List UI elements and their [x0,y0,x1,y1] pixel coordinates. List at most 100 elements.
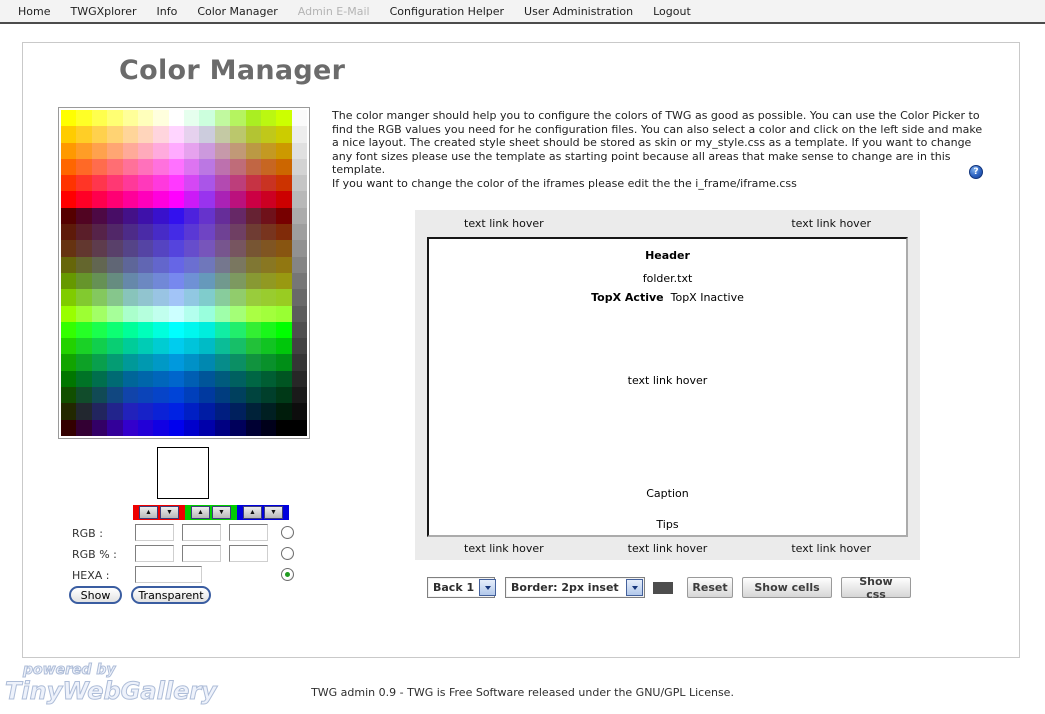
palette-cell[interactable] [215,257,230,273]
palette-cell[interactable] [92,143,107,159]
nav-item-twgxplorer[interactable]: TWGXplorer [60,5,146,18]
palette-cell[interactable] [153,289,168,305]
palette-cell[interactable] [107,159,122,175]
rgb-percent-r-input[interactable] [135,545,174,562]
palette-cell[interactable] [76,159,91,175]
palette-cell[interactable] [123,322,138,338]
preview-link-sample[interactable]: text link hover [429,374,906,387]
palette-cell[interactable] [153,175,168,191]
palette-cell[interactable] [261,273,276,289]
palette-cell[interactable] [246,110,261,126]
palette-cell[interactable] [215,338,230,354]
palette-cell[interactable] [276,208,291,224]
palette-grayscale-cell[interactable] [292,322,307,338]
palette-cell[interactable] [230,306,245,322]
palette-cell[interactable] [153,110,168,126]
palette-cell[interactable] [199,371,214,387]
palette-grayscale-cell[interactable] [292,240,307,256]
palette-cell[interactable] [230,143,245,159]
palette-grayscale-cell[interactable] [292,175,307,191]
palette-cell[interactable] [199,403,214,419]
palette-grayscale-cell[interactable] [292,110,307,126]
palette-cell[interactable] [169,208,184,224]
chevron-down-icon[interactable] [479,579,496,596]
palette-cell[interactable] [261,289,276,305]
palette-cell[interactable] [246,208,261,224]
palette-cell[interactable] [61,224,76,240]
palette-cell[interactable] [184,273,199,289]
palette-cell[interactable] [246,143,261,159]
palette-cell[interactable] [76,387,91,403]
palette-cell[interactable] [107,322,122,338]
palette-cell[interactable] [199,257,214,273]
palette-cell[interactable] [107,289,122,305]
palette-cell[interactable] [276,224,291,240]
palette-cell[interactable] [123,224,138,240]
show-cells-button[interactable]: Show cells [742,577,832,598]
palette-grayscale-cell[interactable] [292,420,307,436]
palette-cell[interactable] [246,126,261,142]
palette-cell[interactable] [76,338,91,354]
palette-cell[interactable] [138,273,153,289]
palette-cell[interactable] [76,175,91,191]
palette-cell[interactable] [107,371,122,387]
palette-cell[interactable] [123,257,138,273]
palette-cell[interactable] [138,338,153,354]
palette-cell[interactable] [76,420,91,436]
palette-cell[interactable] [123,354,138,370]
palette-cell[interactable] [61,175,76,191]
palette-cell[interactable] [76,191,91,207]
palette-cell[interactable] [184,322,199,338]
palette-cell[interactable] [107,175,122,191]
palette-cell[interactable] [199,322,214,338]
palette-cell[interactable] [138,354,153,370]
palette-cell[interactable] [261,191,276,207]
palette-cell[interactable] [276,110,291,126]
palette-cell[interactable] [215,175,230,191]
palette-cell[interactable] [123,159,138,175]
palette-cell[interactable] [61,159,76,175]
palette-cell[interactable] [61,289,76,305]
palette-cell[interactable] [199,143,214,159]
palette-cell[interactable] [230,191,245,207]
palette-cell[interactable] [199,224,214,240]
palette-cell[interactable] [107,257,122,273]
palette-cell[interactable] [61,306,76,322]
palette-cell[interactable] [230,371,245,387]
palette-cell[interactable] [276,354,291,370]
palette-cell[interactable] [61,208,76,224]
palette-cell[interactable] [230,224,245,240]
palette-cell[interactable] [276,143,291,159]
palette-cell[interactable] [153,191,168,207]
palette-cell[interactable] [153,420,168,436]
palette-grayscale-cell[interactable] [292,224,307,240]
palette-cell[interactable] [76,110,91,126]
palette-cell[interactable] [276,371,291,387]
palette-cell[interactable] [169,322,184,338]
palette-cell[interactable] [184,387,199,403]
palette-cell[interactable] [107,273,122,289]
palette-cell[interactable] [215,306,230,322]
rgb-percent-b-input[interactable] [229,545,268,562]
palette-cell[interactable] [61,191,76,207]
palette-cell[interactable] [230,387,245,403]
palette-cell[interactable] [169,110,184,126]
palette-cell[interactable] [153,126,168,142]
palette-cell[interactable] [215,322,230,338]
palette-grayscale-cell[interactable] [292,371,307,387]
palette-cell[interactable] [153,159,168,175]
palette-cell[interactable] [107,208,122,224]
palette-cell[interactable] [230,289,245,305]
palette-cell[interactable] [138,420,153,436]
back-select[interactable]: Back 1 [427,577,495,598]
palette-cell[interactable] [246,338,261,354]
palette-cell[interactable] [138,191,153,207]
palette-cell[interactable] [184,354,199,370]
palette-cell[interactable] [123,208,138,224]
palette-cell[interactable] [184,240,199,256]
palette-cell[interactable] [123,273,138,289]
nav-item-user-administration[interactable]: User Administration [514,5,643,18]
palette-cell[interactable] [261,143,276,159]
palette-cell[interactable] [61,338,76,354]
text-link-sample[interactable]: text link hover [628,542,708,555]
